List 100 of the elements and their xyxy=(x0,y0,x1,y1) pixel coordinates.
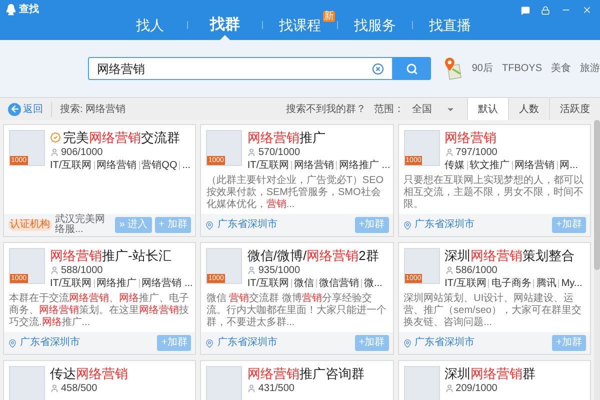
members-icon xyxy=(50,384,59,393)
group-card[interactable]: 深圳网络营销群 209/1000 xyxy=(398,360,591,400)
window-title: 查找 xyxy=(19,4,39,16)
nav-tab[interactable]: 找人 xyxy=(113,0,187,40)
group-tag: 网... xyxy=(560,160,578,172)
close-icon[interactable] xyxy=(582,5,592,15)
group-tag: My... xyxy=(561,278,582,290)
range-label: 范围： xyxy=(374,102,404,116)
search-field[interactable]: 网络营销 xyxy=(88,57,394,80)
search-icon xyxy=(406,62,418,74)
nav-tab[interactable]: 找课程 新 xyxy=(263,0,337,40)
members-icon xyxy=(247,148,256,157)
group-title: 网络营销推广咨询群 xyxy=(247,366,364,381)
penguin-icon xyxy=(6,4,16,16)
search-summary: 搜索: 网络营销 xyxy=(60,102,126,116)
group-tag: 网络推广 xyxy=(96,278,137,290)
group-tag: 网络营销 xyxy=(96,160,137,172)
group-description: 本群在于交流网络营销、网络推广、电子商务、网络营销策划。在这里网络营销技巧交流.网络推广... xyxy=(9,293,190,329)
member-count: 431/500 xyxy=(258,382,294,394)
group-tag: 网络推广 ... xyxy=(339,160,390,172)
location-icon xyxy=(205,338,214,348)
scrollbar[interactable] xyxy=(594,120,600,400)
group-tag: 微... xyxy=(364,278,382,290)
group-tag: 网络营销 xyxy=(294,160,334,172)
help-link[interactable]: 搜索不到我的群？ xyxy=(286,102,366,116)
location-text[interactable]: 广东省深圳市 xyxy=(414,337,475,349)
location-icon xyxy=(8,338,17,348)
group-title: 完美网络营销交流群 xyxy=(63,130,180,145)
location-text[interactable]: 广东省深圳市 xyxy=(20,337,80,349)
member-count: 906/1000 xyxy=(61,146,103,158)
group-title: 深圳网络营销群 xyxy=(444,366,536,381)
group-title: 网络营销推广-站长汇 xyxy=(50,248,172,263)
group-title: 网络营销 xyxy=(444,130,497,145)
group-title: 微信/微博/网络营销2群 xyxy=(247,248,379,263)
members-icon xyxy=(50,148,59,157)
members-icon xyxy=(444,384,454,393)
group-tag: 软文推广 xyxy=(470,160,510,172)
member-count: 458/500 xyxy=(61,382,98,394)
hot-word-link[interactable]: 美食 xyxy=(551,61,572,76)
group-title: 深圳网络营销策划整合 xyxy=(444,248,575,263)
members-icon xyxy=(444,148,454,157)
hot-word-link[interactable]: 90后 xyxy=(472,61,493,76)
member-count: 588/1000 xyxy=(61,264,103,276)
group-tag: IT/互联网 xyxy=(50,160,92,172)
certified-badge: 认证机构 xyxy=(8,219,52,231)
group-tag: 营销QQ xyxy=(142,160,178,172)
group-tag: 传媒 xyxy=(444,160,465,172)
group-tag: 微信营销 xyxy=(319,278,359,290)
members-icon xyxy=(50,266,59,275)
hot-word-link[interactable]: TFBOYS xyxy=(502,61,542,76)
organization-name: 武汉完美网络服... xyxy=(55,215,106,235)
clear-icon[interactable] xyxy=(372,62,384,74)
group-tag: 腾讯 xyxy=(536,278,556,290)
new-badge: 新 xyxy=(323,10,335,22)
group-logo xyxy=(206,366,242,400)
group-description: 只要想在互联网上实现梦想的人，都可以相互交流，主题不限，男女不限，时间不限。 xyxy=(404,175,585,211)
member-count: 209/1000 xyxy=(456,382,498,394)
members-icon xyxy=(444,266,454,275)
group-tag: IT/互联网 xyxy=(444,278,486,290)
back-button[interactable]: 返回 xyxy=(0,102,52,116)
range-dropdown[interactable]: 全国 xyxy=(412,102,455,116)
member-count: 935/1000 xyxy=(258,264,300,276)
group-tag: ... xyxy=(182,160,191,172)
group-tag: IT/互联网 xyxy=(247,278,289,290)
search-button[interactable] xyxy=(393,57,431,80)
group-tag: 网络营销 xyxy=(514,160,555,172)
group-tag: 微信 xyxy=(294,278,314,290)
location-text[interactable]: 广东省深圳市 xyxy=(414,219,475,231)
sort-tab[interactable]: 默认 xyxy=(467,98,508,120)
group-tag: IT/互联网 xyxy=(247,160,289,172)
group-logo xyxy=(404,366,440,400)
verified-icon xyxy=(50,132,61,143)
hot-word-link[interactable]: 旅游 xyxy=(580,61,600,76)
group-title: 传达网络营销 xyxy=(50,366,128,381)
map-pin-icon[interactable] xyxy=(444,56,462,80)
group-logo xyxy=(9,366,45,400)
members-icon xyxy=(247,384,256,393)
nav-tab[interactable]: 找服务 xyxy=(338,0,412,40)
arrow-left-icon xyxy=(10,104,20,114)
location-text[interactable]: 广东省深圳市 xyxy=(217,337,278,349)
feedback-icon[interactable] xyxy=(521,6,530,14)
group-description: （此群主要针对企业，广告觉必T）SEO按效果付款，SEM托管服务，SMO社会化媒体优化，营销... xyxy=(206,175,385,211)
group-tag: 网络营销 ... xyxy=(142,278,193,290)
member-count: 797/1000 xyxy=(456,146,498,158)
group-description: 深圳网站策划、UI设计、网站建设、运营、推广（sem/seo），大家可在群里交换友链、咨询问题... xyxy=(404,293,582,329)
members-icon xyxy=(247,266,256,275)
group-tag: IT/互联网 xyxy=(50,278,92,290)
group-card[interactable]: 网络营销推广咨询群 431/500 xyxy=(200,360,394,400)
lock-icon[interactable] xyxy=(541,6,550,14)
location-icon xyxy=(402,338,412,348)
location-icon xyxy=(402,220,412,230)
member-count: 570/1000 xyxy=(258,146,300,158)
group-tag: 电子商务 xyxy=(491,278,532,290)
group-title: 网络营销推广 xyxy=(247,130,326,145)
location-icon xyxy=(205,220,214,230)
member-count: 586/1000 xyxy=(456,264,498,276)
group-card[interactable]: 传达网络营销 458/500 xyxy=(3,360,196,400)
group-description: 微信 营销交流群 微博营销分享经验交流。行内大咖都在里面！大家只能进一个群，不要进太多群... xyxy=(206,293,388,329)
location-text[interactable]: 广东省深圳市 xyxy=(217,219,278,231)
nav-tab[interactable]: 找直播 xyxy=(413,0,487,40)
